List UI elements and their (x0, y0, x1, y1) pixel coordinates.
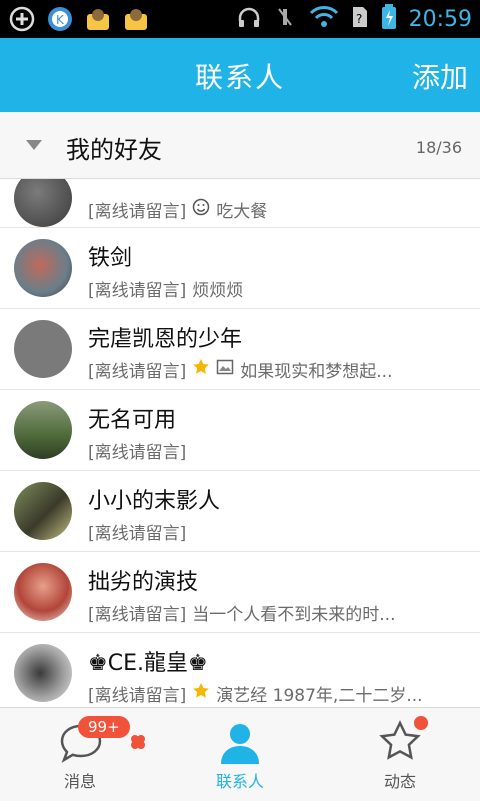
avatar (14, 644, 72, 702)
contact-signature: 烦烦烦 (192, 281, 244, 301)
wifi-icon (309, 5, 339, 33)
tab-messages[interactable]: 99+ 消息 (0, 708, 160, 801)
avatar (14, 239, 72, 297)
offline-label: [离线请留言] (88, 281, 187, 301)
avatar (14, 401, 72, 459)
contact-row[interactable]: ♚CE.龍皇♚ [离线请留言] 演艺经 1987年,二十二岁... (0, 633, 480, 707)
tab-label: 联系人 (215, 772, 264, 791)
group-name: 我的好友 (66, 136, 162, 164)
contact-row[interactable]: 完虐凯恩的少年 [离线请留言] 如果现实和梦想起... (0, 309, 480, 390)
contact-name: 小小的末影人 (88, 489, 221, 514)
contact-name: 无名可用 (88, 408, 177, 433)
offline-label: [离线请留言] (88, 524, 187, 544)
offline-label: [离线请留言] (88, 443, 187, 463)
new-activity-dot (414, 716, 428, 730)
clover-icon (130, 734, 146, 754)
star-icon (192, 358, 210, 381)
page-title: 联系人 (194, 61, 285, 94)
clock: 20:59 (408, 6, 472, 32)
group-count: 18/36 (415, 138, 462, 157)
contact-signature: 如果现实和梦想起... (240, 362, 393, 382)
group-header-friends[interactable]: 我的好友 18/36 (0, 112, 480, 179)
contact-name: ♚CE.龍皇♚ (88, 651, 208, 676)
battery-icon (381, 4, 397, 34)
avatar (14, 320, 72, 378)
star-icon (192, 682, 210, 705)
contact-signature: 吃大餐 (216, 202, 268, 222)
avatar (14, 563, 72, 621)
status-left: K (8, 5, 150, 33)
plus-icon (8, 5, 36, 33)
contact-row-partial[interactable]: [离线请留言] 吃大餐 (0, 179, 480, 228)
contact-row[interactable]: 铁剑 [离线请留言] 烦烦烦 (0, 228, 480, 309)
contact-signature: 当一个人看不到未来的时... (192, 605, 396, 625)
avatar (14, 179, 72, 227)
app-bar: 联系人 添加 (0, 38, 480, 112)
contact-signature: 演艺经 1987年,二十二岁... (216, 686, 423, 706)
app-icon (122, 5, 150, 33)
sim-icon: ? (351, 5, 369, 33)
offline-label: [离线请留言] (88, 686, 187, 706)
headphone-icon (237, 5, 261, 33)
contact-row[interactable]: 拙劣的演技 [离线请留言] 当一个人看不到未来的时... (0, 552, 480, 633)
contact-name: 拙劣的演技 (88, 570, 199, 595)
tab-label: 消息 (63, 772, 96, 791)
image-icon (216, 358, 234, 381)
person-icon (221, 724, 259, 764)
unread-badge: 99+ (78, 716, 130, 738)
contact-name: 铁剑 (88, 246, 133, 271)
k-app-icon: K (46, 5, 74, 33)
contact-status: [离线请留言] 烦烦烦 (88, 276, 243, 301)
contact-status: [离线请留言] (88, 519, 192, 544)
contact-status: [离线请留言] 当一个人看不到未来的时... (88, 600, 395, 625)
svg-text:?: ? (356, 12, 362, 26)
smile-icon (192, 198, 210, 221)
status-right: ? 20:59 (237, 4, 472, 34)
contact-status: [离线请留言] 演艺经 1987年,二十二岁... (88, 681, 423, 706)
offline-label: [离线请留言] (88, 605, 187, 625)
avatar (14, 482, 72, 540)
bottom-tab-bar: 99+ 消息 联系人 动态 (0, 707, 480, 801)
contact-status: [离线请留言] 吃大餐 (88, 197, 267, 222)
tab-contacts[interactable]: 联系人 (160, 708, 320, 801)
contact-row[interactable]: 小小的末影人 [离线请留言] (0, 471, 480, 552)
contact-status: [离线请留言] (88, 438, 192, 463)
status-bar: K ? 20:59 (0, 0, 480, 38)
add-button[interactable]: 添加 (412, 56, 468, 96)
offline-label: [离线请留言] (88, 202, 187, 222)
mute-icon (273, 5, 297, 33)
contact-name: 完虐凯恩的少年 (88, 327, 243, 352)
contact-row[interactable]: 无名可用 [离线请留言] (0, 390, 480, 471)
offline-label: [离线请留言] (88, 362, 187, 382)
tab-feeds[interactable]: 动态 (320, 708, 480, 801)
app-icon (84, 5, 112, 33)
contact-list[interactable]: [离线请留言] 吃大餐 铁剑 [离线请留言] 烦烦烦 完虐凯恩的少年 [离线请留… (0, 179, 480, 707)
contact-status: [离线请留言] 如果现实和梦想起... (88, 357, 392, 382)
svg-text:K: K (56, 13, 65, 27)
tab-label: 动态 (383, 772, 416, 791)
chevron-down-icon (26, 140, 42, 150)
